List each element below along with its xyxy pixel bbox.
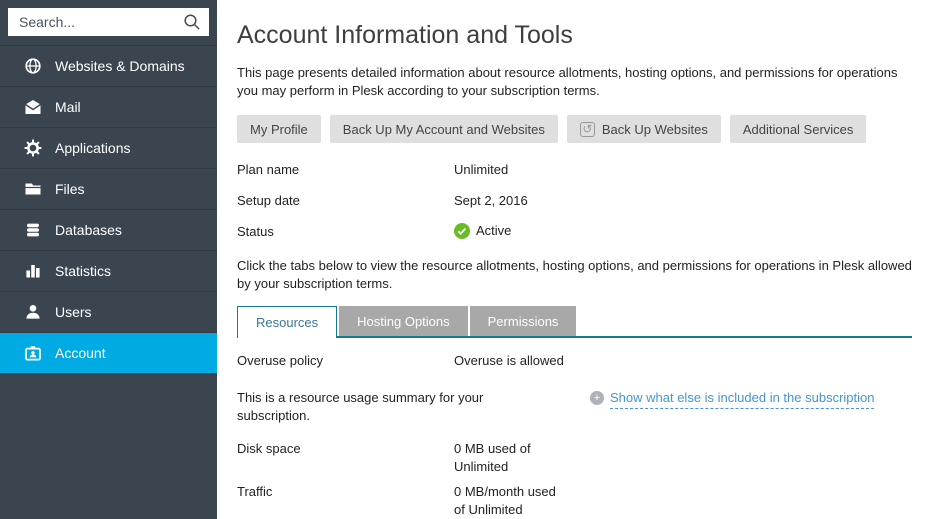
resources-tab-panel: Overuse policy Overuse is allowed This i… [237,353,912,519]
sidebar-item-label: Files [55,181,85,197]
status-label: Status [237,224,454,239]
sidebar-item-label: Users [55,304,92,320]
setup-date-value: Sept 2, 2016 [454,193,528,208]
sidebar: Websites & Domains Mail [0,0,217,519]
resource-summary-text: This is a resource usage summary for you… [237,389,547,425]
resource-summary-text-wrap: This is a resource usage summary for you… [237,389,590,425]
sidebar-item-label: Websites & Domains [55,58,185,74]
sidebar-item-account[interactable]: Account [0,332,217,373]
sidebar-item-label: Account [55,345,106,361]
id-card-icon [24,344,42,362]
search-icon[interactable] [183,13,201,31]
plan-name-value: Unlimited [454,162,508,177]
tab-hosting-options[interactable]: Hosting Options [339,306,468,336]
overuse-policy-value: Overuse is allowed [454,353,564,368]
backup-websites-button-label: Back Up Websites [602,122,708,137]
additional-services-button-label: Additional Services [743,122,854,137]
sidebar-item-statistics[interactable]: Statistics [0,250,217,291]
plesk-app-window: Websites & Domains Mail [0,0,933,519]
page-title: Account Information and Tools [237,20,912,50]
page-description: This page presents detailed information … [237,64,912,100]
additional-services-button[interactable]: Additional Services [730,115,867,143]
disk-space-value: 0 MB used of Unlimited [454,440,569,476]
main-content: Account Information and Tools This page … [217,0,933,519]
status-row: Status Active [237,224,912,239]
traffic-row: Traffic 0 MB/month used of Unlimited [237,483,912,519]
backup-restore-icon: ↺ [580,122,595,137]
gear-icon [24,139,42,157]
plan-name-label: Plan name [237,162,454,177]
backup-account-button-label: Back Up My Account and Websites [343,122,545,137]
resource-summary-block: This is a resource usage summary for you… [237,389,912,425]
sidebar-item-label: Statistics [55,263,111,279]
disk-space-label: Disk space [237,440,454,476]
tab-hosting-options-label: Hosting Options [357,314,450,329]
sidebar-item-label: Mail [55,99,81,115]
my-profile-button-label: My Profile [250,122,308,137]
user-icon [24,303,42,321]
tab-resources-label: Resources [256,315,318,330]
plan-name-row: Plan name Unlimited [237,162,912,177]
traffic-label: Traffic [237,483,454,519]
search-input[interactable] [8,8,209,36]
sidebar-item-label: Applications [55,140,131,156]
setup-date-label: Setup date [237,193,454,208]
check-circle-icon [454,223,470,239]
sidebar-item-files[interactable]: Files [0,168,217,209]
setup-date-row: Setup date Sept 2, 2016 [237,193,912,208]
database-icon [24,221,42,239]
overuse-policy-label: Overuse policy [237,353,454,368]
status-value: Active [454,222,511,239]
bar-chart-icon [24,262,42,280]
sidebar-nav: Websites & Domains Mail [0,45,217,373]
folder-icon [24,180,42,198]
my-profile-button[interactable]: My Profile [237,115,321,143]
plus-circle-icon: + [590,391,604,405]
tab-resources[interactable]: Resources [237,306,337,338]
tab-strip: Resources Hosting Options Permissions [237,306,912,338]
show-subscription-details-link-label: Show what else is included in the subscr… [610,389,874,409]
tab-permissions[interactable]: Permissions [470,306,577,336]
sidebar-item-databases[interactable]: Databases [0,209,217,250]
tabs-hint: Click the tabs below to view the resourc… [237,257,912,293]
sidebar-item-label: Databases [55,222,122,238]
status-text: Active [476,223,511,238]
tab-permissions-label: Permissions [488,314,559,329]
globe-icon [24,57,42,75]
overuse-policy-row: Overuse policy Overuse is allowed [237,353,912,368]
traffic-value: 0 MB/month used of Unlimited [454,483,569,519]
search-box [0,0,217,45]
backup-websites-button[interactable]: ↺ Back Up Websites [567,115,721,143]
plan-info: Plan name Unlimited Setup date Sept 2, 2… [237,162,912,239]
mail-icon [24,98,42,116]
sidebar-item-websites-domains[interactable]: Websites & Domains [0,45,217,86]
toolbar: My Profile Back Up My Account and Websit… [237,115,912,143]
usage-list: Disk space 0 MB used of Unlimited Traffi… [237,440,912,519]
sidebar-item-users[interactable]: Users [0,291,217,332]
backup-account-button[interactable]: Back Up My Account and Websites [330,115,558,143]
disk-space-row: Disk space 0 MB used of Unlimited [237,440,912,476]
sidebar-item-mail[interactable]: Mail [0,86,217,127]
show-subscription-details-link[interactable]: + Show what else is included in the subs… [590,389,874,425]
sidebar-item-applications[interactable]: Applications [0,127,217,168]
